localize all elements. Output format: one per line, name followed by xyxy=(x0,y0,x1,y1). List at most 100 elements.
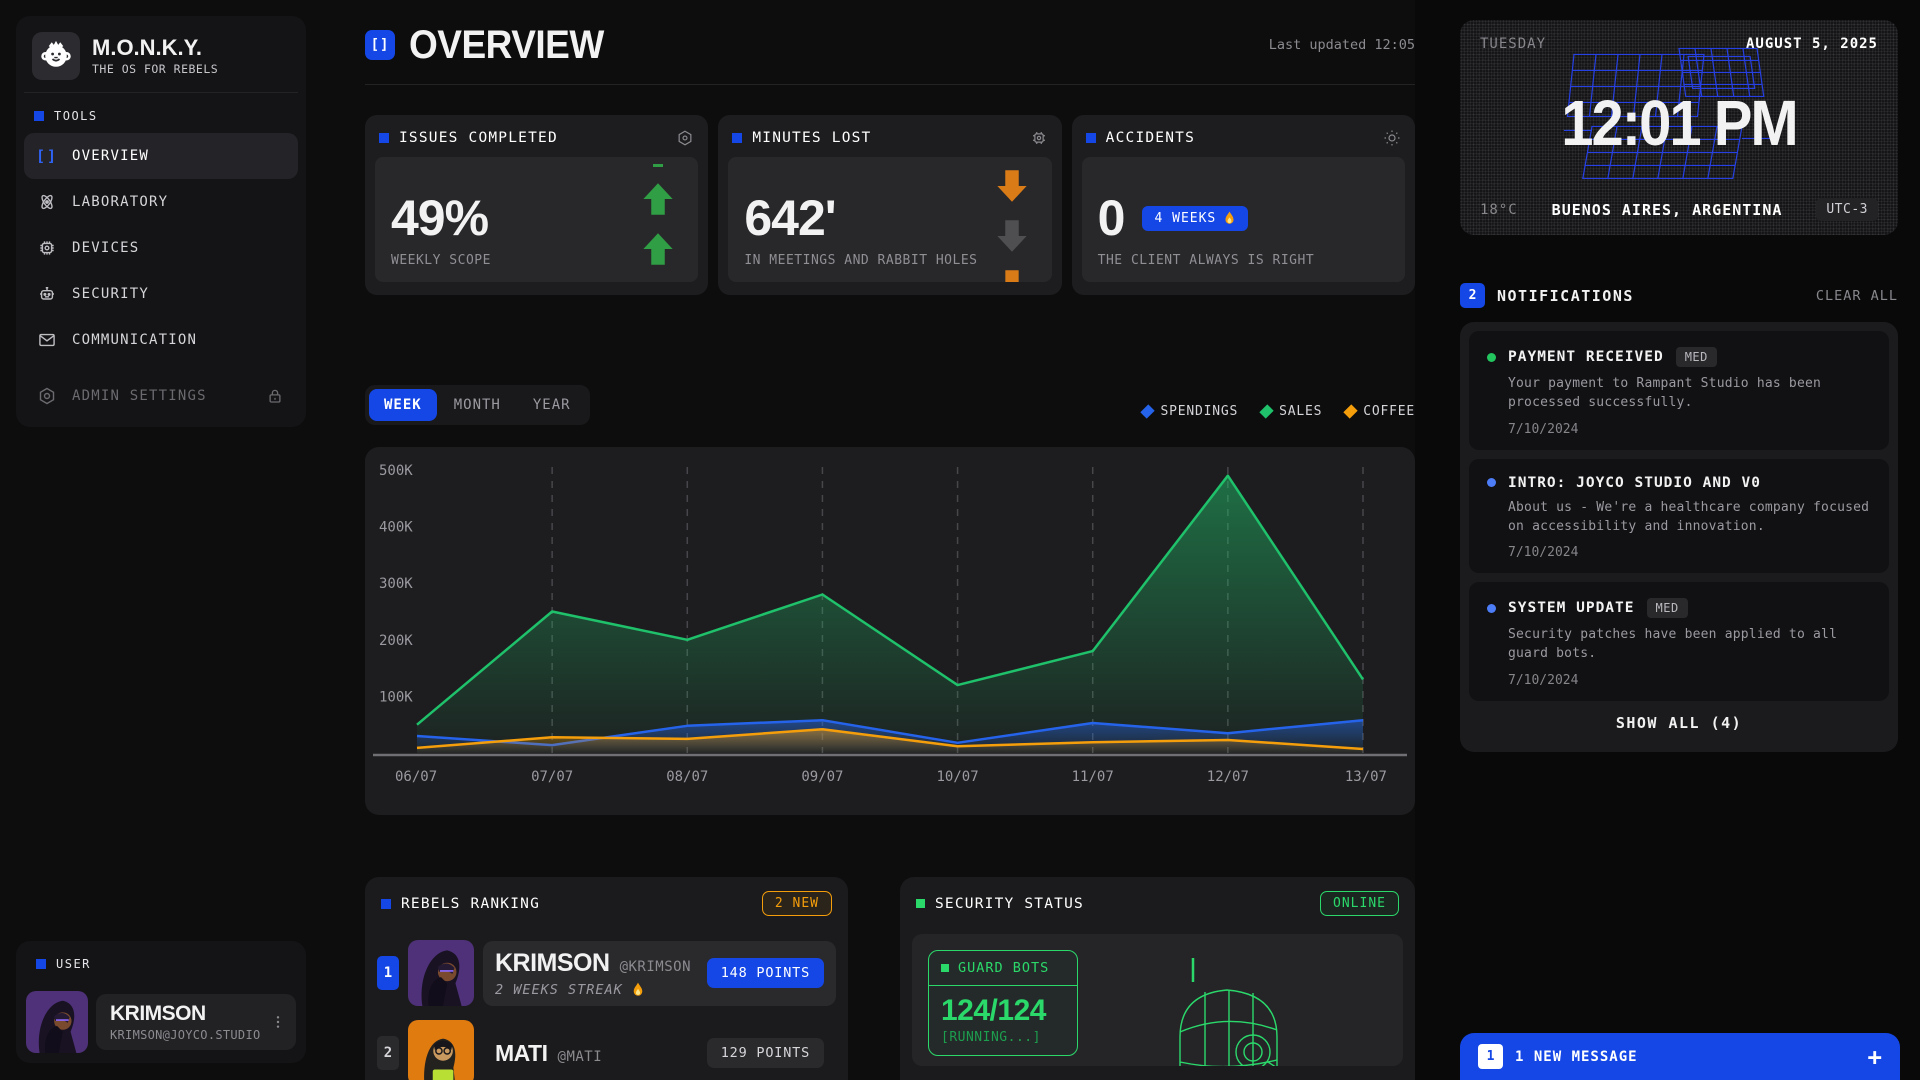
robot-wireframe-graphic xyxy=(1165,952,1295,1066)
clear-all-button[interactable]: CLEAR ALL xyxy=(1816,288,1898,304)
rebel-name: KRIMSON xyxy=(495,949,610,978)
mail-icon xyxy=(36,330,58,350)
settings-gear-icon[interactable] xyxy=(676,129,694,147)
points-badge: 129 POINTS xyxy=(707,1038,824,1068)
tab-week[interactable]: WEEK xyxy=(369,389,437,421)
stat-title: MINUTES LOST xyxy=(752,130,1019,146)
app-tagline: THE OS FOR REBELS xyxy=(92,62,218,76)
ranking-row-2[interactable]: 2 MATI @ xyxy=(377,1020,836,1080)
arrow-up-icon xyxy=(640,181,676,217)
show-all-button[interactable]: SHOW ALL (4) xyxy=(1469,701,1889,743)
sidebar-item-laboratory[interactable]: LABORATORY xyxy=(24,179,298,225)
status-dot xyxy=(1487,604,1496,613)
sidebar-item-overview[interactable]: [] OVERVIEW xyxy=(24,133,298,179)
svg-text:13/07: 13/07 xyxy=(1345,769,1387,785)
stat-label: IN MEETINGS AND RABBIT HOLES xyxy=(744,253,977,268)
notifications-list: PAYMENT RECEIVED MED Your payment to Ram… xyxy=(1460,322,1898,752)
guard-bots-box: GUARD BOTS 124/124 [RUNNING...] xyxy=(928,950,1078,1056)
chip-icon xyxy=(36,238,58,258)
clock-time: 12:01 PM xyxy=(1561,86,1796,160)
avatar xyxy=(408,940,474,1006)
svg-text:400K: 400K xyxy=(379,520,413,536)
notification-body: About us - We're a healthcare company fo… xyxy=(1508,499,1871,537)
rebel-handle: @KRIMSON xyxy=(620,959,691,975)
card-square-icon xyxy=(1086,133,1096,143)
user-avatar xyxy=(26,991,88,1053)
ranking-row-1[interactable]: 1 KRIMSON @KRIMSON xyxy=(377,940,836,1006)
notification-date: 7/10/2024 xyxy=(1508,673,1871,688)
avatar xyxy=(408,1020,474,1080)
rebel-name: MATI xyxy=(495,1040,548,1067)
svg-text:10/07: 10/07 xyxy=(936,769,978,785)
brackets-icon: [] xyxy=(365,30,395,60)
lock-icon xyxy=(264,387,286,405)
app-name: M.O.N.K.Y. xyxy=(92,36,218,59)
online-status-badge: ONLINE xyxy=(1320,891,1399,916)
page-title: OVERVIEW xyxy=(409,22,604,67)
sidebar-item-admin-settings[interactable]: ADMIN SETTINGS xyxy=(24,373,298,419)
sidebar-item-devices[interactable]: DEVICES xyxy=(24,225,298,271)
notification-intro[interactable]: INTRO: JOYCO STUDIO AND V0 About us - We… xyxy=(1469,459,1889,574)
plus-icon[interactable]: + xyxy=(1868,1045,1882,1069)
security-status-card: SECURITY STATUS ONLINE GUARD BOTS 124/12… xyxy=(900,877,1415,1080)
gear-icon xyxy=(36,386,58,406)
square-icon xyxy=(941,964,949,972)
robot-icon xyxy=(36,284,58,304)
monkey-logo-icon xyxy=(32,32,80,80)
svg-text:500K: 500K xyxy=(379,463,413,479)
stats-row: ISSUES COMPLETED 49% WEEKLY SCOPE xyxy=(365,115,1415,295)
utc-offset-badge: UTC-3 xyxy=(1816,198,1878,221)
atom-icon xyxy=(36,192,58,212)
arrow-down-icon xyxy=(994,268,1030,283)
sidebar-item-communication[interactable]: COMMUNICATION xyxy=(24,317,298,363)
new-message-bar[interactable]: 1 1 NEW MESSAGE + xyxy=(1460,1033,1900,1080)
stat-title: ACCIDENTS xyxy=(1106,130,1373,146)
legend-sales[interactable]: SALES xyxy=(1262,404,1322,419)
notification-payment[interactable]: PAYMENT RECEIVED MED Your payment to Ram… xyxy=(1469,331,1889,450)
area-chart[interactable]: 500K400K300K200K100K06/0707/0708/0709/07… xyxy=(365,447,1415,815)
svg-text:100K: 100K xyxy=(379,689,413,705)
rebel-handle: @MATI xyxy=(558,1049,603,1065)
sidebar-item-security[interactable]: SECURITY xyxy=(24,271,298,317)
streak-badge: 4 WEEKS xyxy=(1142,206,1248,231)
user-card: USER KRIMSON KRIMSON@JOYCO.STUDIO xyxy=(16,941,306,1063)
tab-month[interactable]: MONTH xyxy=(439,389,516,421)
arrow-down-icon xyxy=(994,168,1030,204)
severity-badge: MED xyxy=(1647,598,1688,618)
stat-card-issues: ISSUES COMPLETED 49% WEEKLY SCOPE xyxy=(365,115,708,295)
rebel-streak: 2 WEEKS STREAK xyxy=(495,982,707,998)
main-header: [] OVERVIEW Last updated 12:05 xyxy=(365,0,1415,66)
svg-text:06/07: 06/07 xyxy=(395,769,437,785)
svg-text:200K: 200K xyxy=(379,633,413,649)
rebels-ranking-card: REBELS RANKING 2 NEW 1 xyxy=(365,877,848,1080)
brackets-icon: [] xyxy=(36,147,58,165)
stat-value: 0 xyxy=(1098,193,1125,243)
burst-icon[interactable] xyxy=(1383,129,1401,147)
notification-body: Security patches have been applied to al… xyxy=(1508,626,1871,664)
notifications-header: 2 NOTIFICATIONS CLEAR ALL xyxy=(1460,283,1898,308)
notification-system-update[interactable]: SYSTEM UPDATE MED Security patches have … xyxy=(1469,582,1889,701)
rank-badge: 1 xyxy=(377,956,399,990)
chip-gear-icon[interactable] xyxy=(1030,129,1048,147)
stat-card-accidents: ACCIDENTS 0 4 WEEKS xyxy=(1072,115,1415,295)
card-square-icon xyxy=(381,899,391,909)
message-label: 1 NEW MESSAGE xyxy=(1515,1049,1856,1065)
status-dot xyxy=(1487,478,1496,487)
card-square-icon xyxy=(916,899,925,908)
legend-spendings[interactable]: SPENDINGS xyxy=(1143,404,1238,419)
svg-text:08/07: 08/07 xyxy=(666,769,708,785)
trend-up-arrows xyxy=(640,157,676,282)
rank-badge: 2 xyxy=(377,1036,399,1070)
ranking-title: REBELS RANKING xyxy=(401,896,752,912)
guard-bots-count: 124/124 xyxy=(929,986,1077,1028)
legend-coffee[interactable]: COFFEE xyxy=(1346,404,1415,419)
section-square-icon xyxy=(34,111,44,121)
kebab-icon[interactable] xyxy=(270,1014,286,1030)
svg-text:09/07: 09/07 xyxy=(801,769,843,785)
stat-value: 49% xyxy=(391,193,491,243)
tab-year[interactable]: YEAR xyxy=(518,389,586,421)
weekday: TUESDAY xyxy=(1480,36,1546,52)
chart-controls: WEEK MONTH YEAR SPENDINGS SALES COFFEE xyxy=(365,385,1415,425)
flame-icon xyxy=(631,982,645,998)
nav-card: M.O.N.K.Y. THE OS FOR REBELS TOOLS [] OV… xyxy=(16,16,306,427)
